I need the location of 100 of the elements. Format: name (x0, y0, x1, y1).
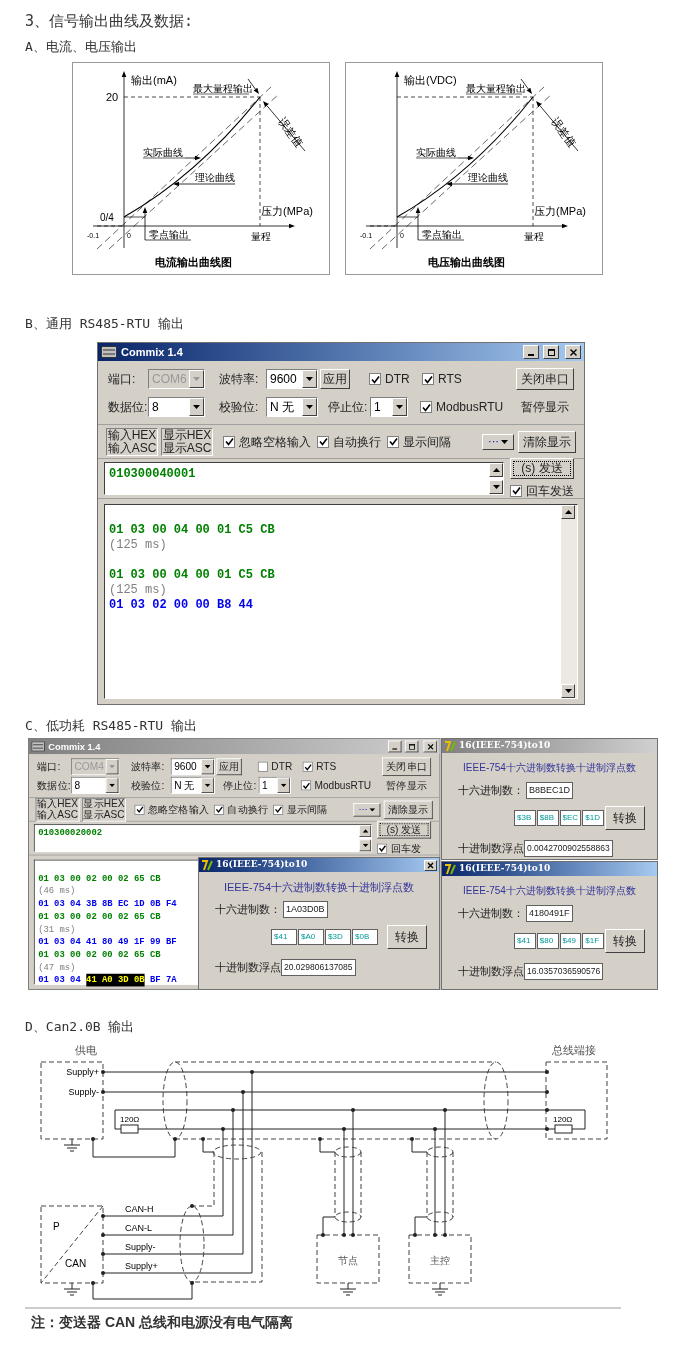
dropdown-arrow-icon (109, 765, 116, 769)
checkbox-label[interactable]: 显示间隔 (403, 432, 451, 451)
checkbox[interactable] (317, 435, 329, 448)
checkbox[interactable] (377, 843, 388, 854)
send-button[interactable]: (s) 发送 (510, 457, 574, 479)
dropdown[interactable]: 1 (258, 776, 291, 794)
input-field[interactable]: 010300020002 (33, 824, 372, 853)
convert-button[interactable]: 转换 (605, 806, 645, 830)
dropdown[interactable]: 1 (370, 397, 408, 417)
checkbox-label[interactable]: 自动换行 (333, 432, 381, 451)
scroll-down-button[interactable] (561, 684, 575, 698)
dropdown-arrow-icon (280, 783, 287, 787)
diagram-label: Supply+ (125, 1261, 158, 1271)
annotation-label: 零点输出 (422, 229, 462, 240)
input-field[interactable]: 010300040001 (104, 462, 504, 495)
down-arrow-icon (362, 843, 369, 847)
pause-display-button[interactable]: 暂停显示 (382, 777, 432, 793)
app-icon (31, 741, 45, 752)
check-icon (388, 437, 398, 446)
mode-toggle-button[interactable]: 显示HEX 显示ASC (161, 427, 213, 456)
scroll-down-button[interactable] (489, 480, 503, 494)
maximize-button[interactable] (404, 740, 419, 753)
dropdown[interactable]: 9600 (266, 369, 318, 389)
checkbox[interactable] (369, 373, 381, 385)
scroll-down-button[interactable] (359, 839, 372, 852)
output-line: (31 ms) (38, 923, 76, 936)
app-icon (201, 859, 213, 871)
checkbox[interactable] (273, 804, 284, 815)
checkbox-label[interactable]: RTS (316, 759, 337, 775)
output-line: 01 03 02 00 00 B8 44 (109, 598, 254, 613)
checkbox[interactable] (302, 761, 313, 772)
checkbox-label[interactable]: 回车发送 (526, 481, 574, 500)
dropdown-arrow-icon (204, 783, 211, 787)
checkbox-label[interactable]: 自动换行 (227, 801, 268, 817)
checkbox[interactable] (300, 780, 312, 791)
dropdown[interactable]: 9600 (170, 758, 215, 776)
dropdown-arrow-icon (193, 405, 200, 409)
hex-input-field[interactable]: B8BEC1D (526, 781, 574, 799)
send-button[interactable]: (s) 发送 (377, 820, 432, 839)
float-output-field: 16.0357036590576 (524, 962, 604, 980)
apply-button[interactable]: 应用 (216, 758, 242, 776)
checkbox[interactable] (422, 373, 434, 385)
converter-heading: IEEE-754十六进制数转换十进制浮点数 (463, 884, 636, 898)
minimize-button[interactable] (523, 345, 539, 359)
close-button[interactable] (423, 740, 437, 753)
checkbox-label[interactable]: RTS (438, 370, 462, 388)
checkbox-label[interactable]: DTR (271, 759, 293, 775)
checkbox-label[interactable]: 显示间隔 (286, 801, 328, 817)
dropdown[interactable]: N 无 (170, 776, 215, 794)
checkbox-label[interactable]: 忽略空格输入 (239, 432, 311, 451)
mode-toggle-button[interactable]: 输入HEX 输入ASC (35, 797, 80, 822)
annotation-label: 实际曲线 (143, 147, 183, 158)
checkbox-label[interactable]: ModbusRTU (436, 398, 504, 416)
check-icon (421, 402, 431, 412)
down-arrow-icon (492, 485, 500, 489)
checkbox[interactable] (213, 804, 225, 815)
checkbox-label[interactable]: DTR (385, 370, 410, 388)
dropdown[interactable]: 8 (71, 776, 120, 794)
close-button[interactable] (565, 345, 581, 359)
close-port-button[interactable]: 关闭串口 (382, 757, 432, 777)
checkbox[interactable] (257, 761, 268, 772)
checkbox[interactable] (387, 435, 399, 448)
close-port-button[interactable]: 关闭串口 (516, 368, 574, 390)
diagram-label: CAN (65, 1258, 87, 1269)
hex-input-field[interactable]: 1A03D0B (283, 900, 328, 918)
convert-button[interactable]: 转换 (387, 925, 427, 949)
annotation-label: 理论曲线 (195, 172, 235, 183)
scroll-up-button[interactable] (359, 825, 372, 837)
dropdown[interactable]: N 无 (266, 397, 318, 417)
close-button[interactable] (424, 859, 437, 871)
output-line: 01 03 00 02 00 02 65 CB (38, 948, 161, 962)
checkbox[interactable] (134, 804, 145, 815)
checkbox[interactable] (420, 401, 432, 413)
minimize-button[interactable] (387, 740, 402, 753)
byte-field: $1D (582, 810, 604, 826)
checkbox[interactable] (510, 484, 522, 497)
checkbox-label[interactable]: 忽略空格输入 (148, 801, 209, 817)
more-button[interactable]: ··· (482, 433, 514, 450)
output-line: 01 03 04 3B 8B EC 1D 0B F4 (38, 897, 177, 911)
field-label: 十六进制数： (458, 905, 524, 921)
scroll-up-button[interactable] (561, 505, 575, 519)
mode-toggle-button[interactable]: 显示HEX 显示ASC (82, 797, 126, 822)
maximize-button[interactable] (543, 345, 559, 359)
checkbox[interactable] (223, 435, 235, 448)
more-button[interactable]: ··· (353, 802, 381, 817)
byte-field: $0B (352, 929, 378, 945)
clear-display-button[interactable]: 清除显示 (383, 800, 433, 819)
hex-input-field[interactable]: 4180491F (526, 904, 573, 922)
checkbox-label[interactable]: 回车发 (390, 840, 421, 856)
checkbox-label[interactable]: ModbusRTU (314, 777, 372, 793)
pause-display-button[interactable]: 暂停显示 (516, 398, 574, 416)
dropdown[interactable]: 8 (148, 397, 205, 417)
scroll-up-button[interactable] (489, 463, 503, 477)
byte-field: $3B (514, 810, 536, 826)
converter-heading: IEEE-754十六进制数转换十进制浮点数 (463, 761, 636, 775)
axis-label: 压力(MPa) (261, 205, 313, 217)
convert-button[interactable]: 转换 (605, 929, 645, 953)
clear-display-button[interactable]: 清除显示 (518, 430, 576, 453)
apply-button[interactable]: 应用 (320, 369, 350, 389)
mode-toggle-button[interactable]: 输入HEX 输入ASC (106, 427, 158, 456)
